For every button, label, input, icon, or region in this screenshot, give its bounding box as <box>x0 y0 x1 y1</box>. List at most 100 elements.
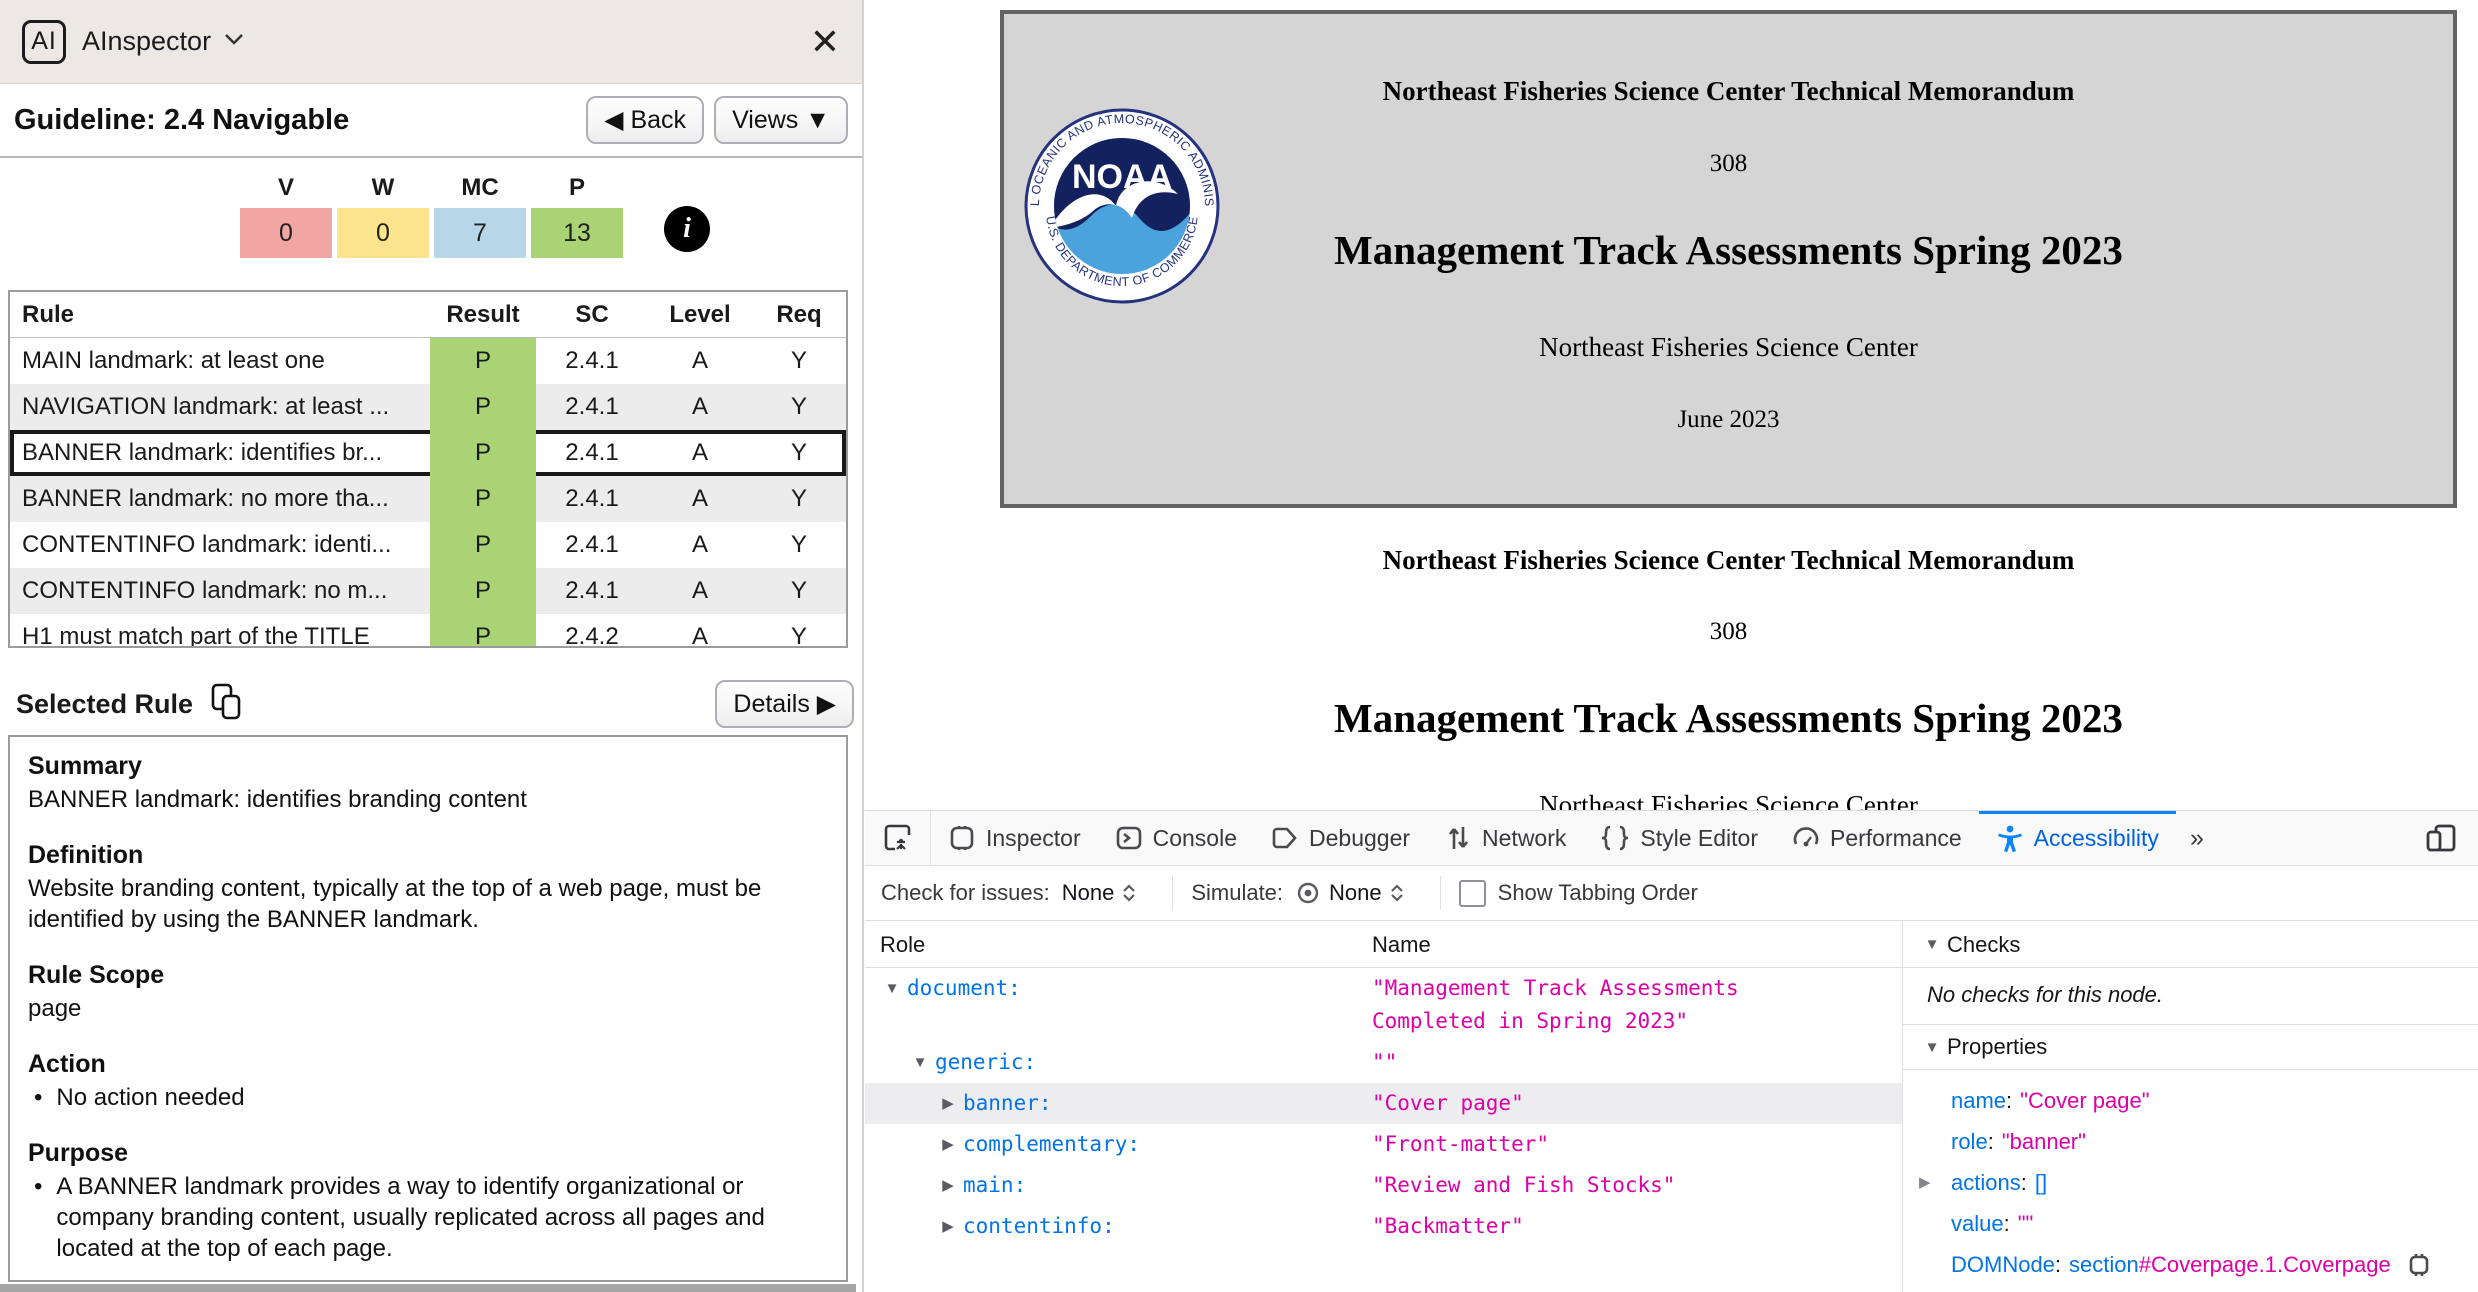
twisty-icon[interactable]: ▶ <box>933 1087 963 1120</box>
chevron-down-icon[interactable] <box>223 32 245 51</box>
col-header-req[interactable]: Req <box>752 292 846 337</box>
tab-accessibility[interactable]: Accessibility <box>1979 811 2176 865</box>
table-row[interactable]: CONTENTINFO landmark: identi... P 2.4.1 … <box>10 522 846 568</box>
property-key: name <box>1951 1086 2006 1115</box>
twisty-icon[interactable]: ▶ <box>933 1210 963 1243</box>
rule-sc: 2.4.1 <box>536 476 648 522</box>
rule-scope-section: Rule Scope page <box>28 960 828 1024</box>
properties-list: name: "Cover page" role: "banner" ▶ acti… <box>1903 1070 2478 1285</box>
tree-rows: ▼ document: "Management Track Assessment… <box>865 968 1902 1247</box>
pick-element-icon[interactable] <box>865 811 931 865</box>
close-icon[interactable]: ✕ <box>810 24 840 60</box>
twisty-icon: ▼ <box>1917 928 1947 961</box>
summary-pass: P 13 <box>531 168 623 258</box>
inspect-node-icon[interactable] <box>2405 1251 2433 1279</box>
ainspector-title[interactable]: AInspector <box>82 26 211 57</box>
tree-row-banner-selected[interactable]: ▶ banner: "Cover page" <box>865 1083 1902 1124</box>
more-tabs-chevron[interactable]: » <box>2176 811 2216 865</box>
tabbing-order-checkbox[interactable] <box>1459 880 1486 907</box>
tab-label: Debugger <box>1309 825 1410 852</box>
col-header-result[interactable]: Result <box>430 292 536 337</box>
tree-row-main[interactable]: ▶ main: "Review and Fish Stocks" <box>865 1165 1902 1206</box>
tree-row-complementary[interactable]: ▶ complementary: "Front-matter" <box>865 1124 1902 1165</box>
tab-performance[interactable]: Performance <box>1775 811 1979 865</box>
property-key: role <box>1951 1127 1988 1156</box>
accessible-name: "" <box>1372 1046 1832 1079</box>
property-actions[interactable]: ▶ actions: [] <box>1903 1162 2478 1203</box>
table-row[interactable]: CONTENTINFO landmark: no m... P 2.4.1 A … <box>10 568 846 614</box>
domnode-tag[interactable]: section <box>2069 1252 2139 1277</box>
summary-value: 0 <box>240 208 332 258</box>
twisty-icon[interactable]: ▼ <box>905 1046 935 1079</box>
rule-level: A <box>648 384 752 430</box>
tab-inspector[interactable]: Inspector <box>931 811 1098 865</box>
properties-header-label: Properties <box>1947 1034 2047 1060</box>
tab-console[interactable]: Console <box>1098 811 1254 865</box>
check-issues-select[interactable]: None <box>1062 880 1137 906</box>
col-header-level[interactable]: Level <box>648 292 752 337</box>
views-button[interactable]: Views ▼ <box>714 96 848 144</box>
twisty-icon[interactable]: ▶ <box>933 1169 963 1202</box>
properties-section-header[interactable]: ▼ Properties <box>1903 1024 2478 1070</box>
property-value[interactable]: value: "" <box>1903 1203 2478 1244</box>
toolbar-separator <box>1172 876 1173 910</box>
rule-sc: 2.4.2 <box>536 614 648 648</box>
show-tabbing-order-toggle[interactable]: Show Tabbing Order <box>1459 880 1698 907</box>
tree-row-contentinfo[interactable]: ▶ contentinfo: "Backmatter" <box>865 1206 1902 1247</box>
accessibility-icon <box>1996 824 2024 852</box>
table-row-selected[interactable]: BANNER landmark: identifies br... P 2.4.… <box>10 430 846 476</box>
document-cover-page: NATIONAL OCEANIC AND ATMOSPHERIC ADMINIS… <box>1000 10 2457 508</box>
role-label: complementary: <box>963 1128 1140 1161</box>
tab-network[interactable]: Network <box>1427 811 1583 865</box>
role-label: banner: <box>963 1087 1052 1120</box>
property-value: "Cover page" <box>2020 1086 2149 1115</box>
devtools-tabbar: Inspector Console Debugger <box>865 811 2478 866</box>
panel-divider[interactable] <box>862 0 864 1292</box>
property-name[interactable]: name: "Cover page" <box>1903 1080 2478 1121</box>
property-domnode[interactable]: DOMNode: section#Coverpage.1.Coverpage <box>1903 1244 2478 1285</box>
view-title-bar: Guideline: 2.4 Navigable ◀ Back Views ▼ <box>0 84 862 158</box>
summary-label: V <box>278 168 294 208</box>
role-column-header[interactable]: Role <box>865 932 1372 958</box>
table-row[interactable]: NAVIGATION landmark: at least ... P 2.4.… <box>10 384 846 430</box>
twisty-icon[interactable]: ▶ <box>933 1128 963 1161</box>
twisty-icon[interactable]: ▶ <box>1919 1168 1931 1197</box>
checks-section-header[interactable]: ▼ Checks <box>1903 922 2478 968</box>
property-value: [] <box>2035 1168 2047 1197</box>
check-issues-label: Check for issues: <box>881 880 1050 906</box>
center-line: Northeast Fisheries Science Center <box>1000 790 2457 810</box>
responsive-design-mode-icon[interactable] <box>2424 811 2478 865</box>
tab-debugger[interactable]: Debugger <box>1254 811 1427 865</box>
info-icon[interactable]: i <box>664 206 710 252</box>
summary-value: 13 <box>531 208 623 258</box>
col-header-rule[interactable]: Rule <box>10 292 430 337</box>
domnode-id: #Coverpage.1.Coverpage <box>2139 1252 2391 1277</box>
rule-name: BANNER landmark: identifies br... <box>10 430 430 476</box>
tree-row-generic[interactable]: ▼ generic: "" <box>865 1042 1902 1083</box>
table-row[interactable]: BANNER landmark: no more tha... P 2.4.1 … <box>10 476 846 522</box>
copy-icon[interactable] <box>209 682 245 727</box>
tab-style-editor[interactable]: Style Editor <box>1583 811 1775 865</box>
number: 308 <box>1000 618 2457 646</box>
cover-date-line: June 2023 <box>1004 406 2453 434</box>
rule-level: A <box>648 476 752 522</box>
simulate-select[interactable]: None <box>1329 880 1404 906</box>
name-column-header[interactable]: Name <box>1372 932 1902 958</box>
page-title: Guideline: 2.4 Navigable <box>14 104 349 137</box>
rule-req: Y <box>752 522 846 568</box>
col-header-sc[interactable]: SC <box>536 292 648 337</box>
tab-label: Accessibility <box>2034 825 2159 852</box>
panel-scrollbar[interactable] <box>0 1284 856 1292</box>
tabbing-order-label: Show Tabbing Order <box>1498 880 1698 906</box>
table-row[interactable]: H1 must match part of the TITLE P 2.4.2 … <box>10 614 846 648</box>
toolbar-separator <box>1440 876 1441 910</box>
back-button[interactable]: ◀ Back <box>586 96 704 144</box>
rule-result: P <box>430 430 536 476</box>
section-text: No action needed <box>56 1082 244 1113</box>
property-role[interactable]: role: "banner" <box>1903 1121 2478 1162</box>
twisty-icon[interactable]: ▼ <box>877 972 907 1005</box>
section-heading: Action <box>28 1049 828 1080</box>
details-button[interactable]: Details ▶ <box>715 680 854 728</box>
tree-row-document[interactable]: ▼ document: "Management Track Assessment… <box>865 968 1902 1042</box>
table-row[interactable]: MAIN landmark: at least one P 2.4.1 A Y <box>10 338 846 384</box>
